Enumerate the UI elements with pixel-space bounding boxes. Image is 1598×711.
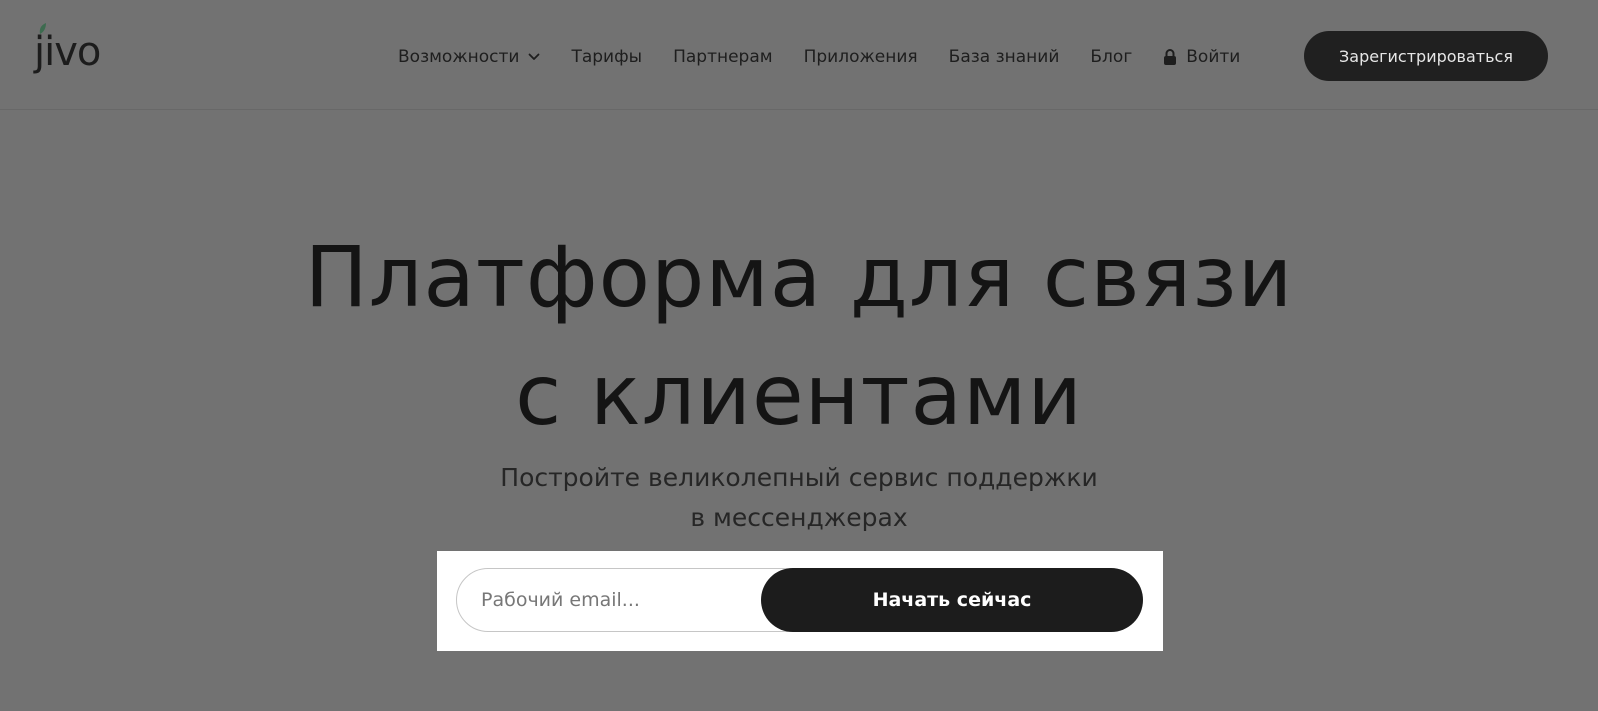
login-label: Войти	[1186, 47, 1241, 67]
main-nav: Возможности Тарифы Партнерам Приложения …	[398, 40, 1240, 74]
nav-item-label: Блог	[1090, 47, 1133, 67]
lock-icon	[1164, 49, 1177, 65]
chevron-down-icon	[529, 53, 540, 60]
start-now-button[interactable]: Начать сейчас	[761, 568, 1143, 632]
nav-item-features[interactable]: Возможности	[398, 43, 540, 71]
nav-item-apps[interactable]: Приложения	[804, 43, 918, 71]
login-link[interactable]: Войти	[1163, 43, 1240, 71]
hero-title: Платформа для связи с клиентами	[0, 218, 1598, 454]
nav-item-label: Партнерам	[673, 47, 773, 67]
nav-item-label: Приложения	[803, 47, 918, 67]
logo-text: jivo	[34, 29, 101, 75]
nav-item-label: База знаний	[948, 47, 1060, 67]
nav-item-pricing[interactable]: Тарифы	[571, 43, 642, 71]
jivo-logo[interactable]: jivo	[34, 23, 124, 86]
hero-subtitle: Постройте великолепный сервис поддержки …	[0, 458, 1598, 538]
hero-subtitle-line-2: в мессенджерах	[690, 503, 908, 532]
hero-title-line-2: с клиентами	[515, 346, 1083, 444]
nav-item-label: Возможности	[398, 47, 520, 67]
nav-item-knowledge-base[interactable]: База знаний	[949, 43, 1060, 71]
hero-title-line-1: Платформа для связи	[304, 228, 1294, 326]
nav-item-partners[interactable]: Партнерам	[673, 43, 773, 71]
site-header: jivo Возможности Тарифы Партнерам Прилож…	[0, 0, 1598, 110]
nav-item-label: Тарифы	[571, 47, 643, 67]
register-button[interactable]: Зарегистрироваться	[1304, 31, 1548, 81]
hero-subtitle-line-1: Постройте великолепный сервис поддержки	[500, 463, 1098, 492]
nav-item-blog[interactable]: Блог	[1090, 43, 1132, 71]
signup-form: Начать сейчас	[437, 551, 1163, 651]
